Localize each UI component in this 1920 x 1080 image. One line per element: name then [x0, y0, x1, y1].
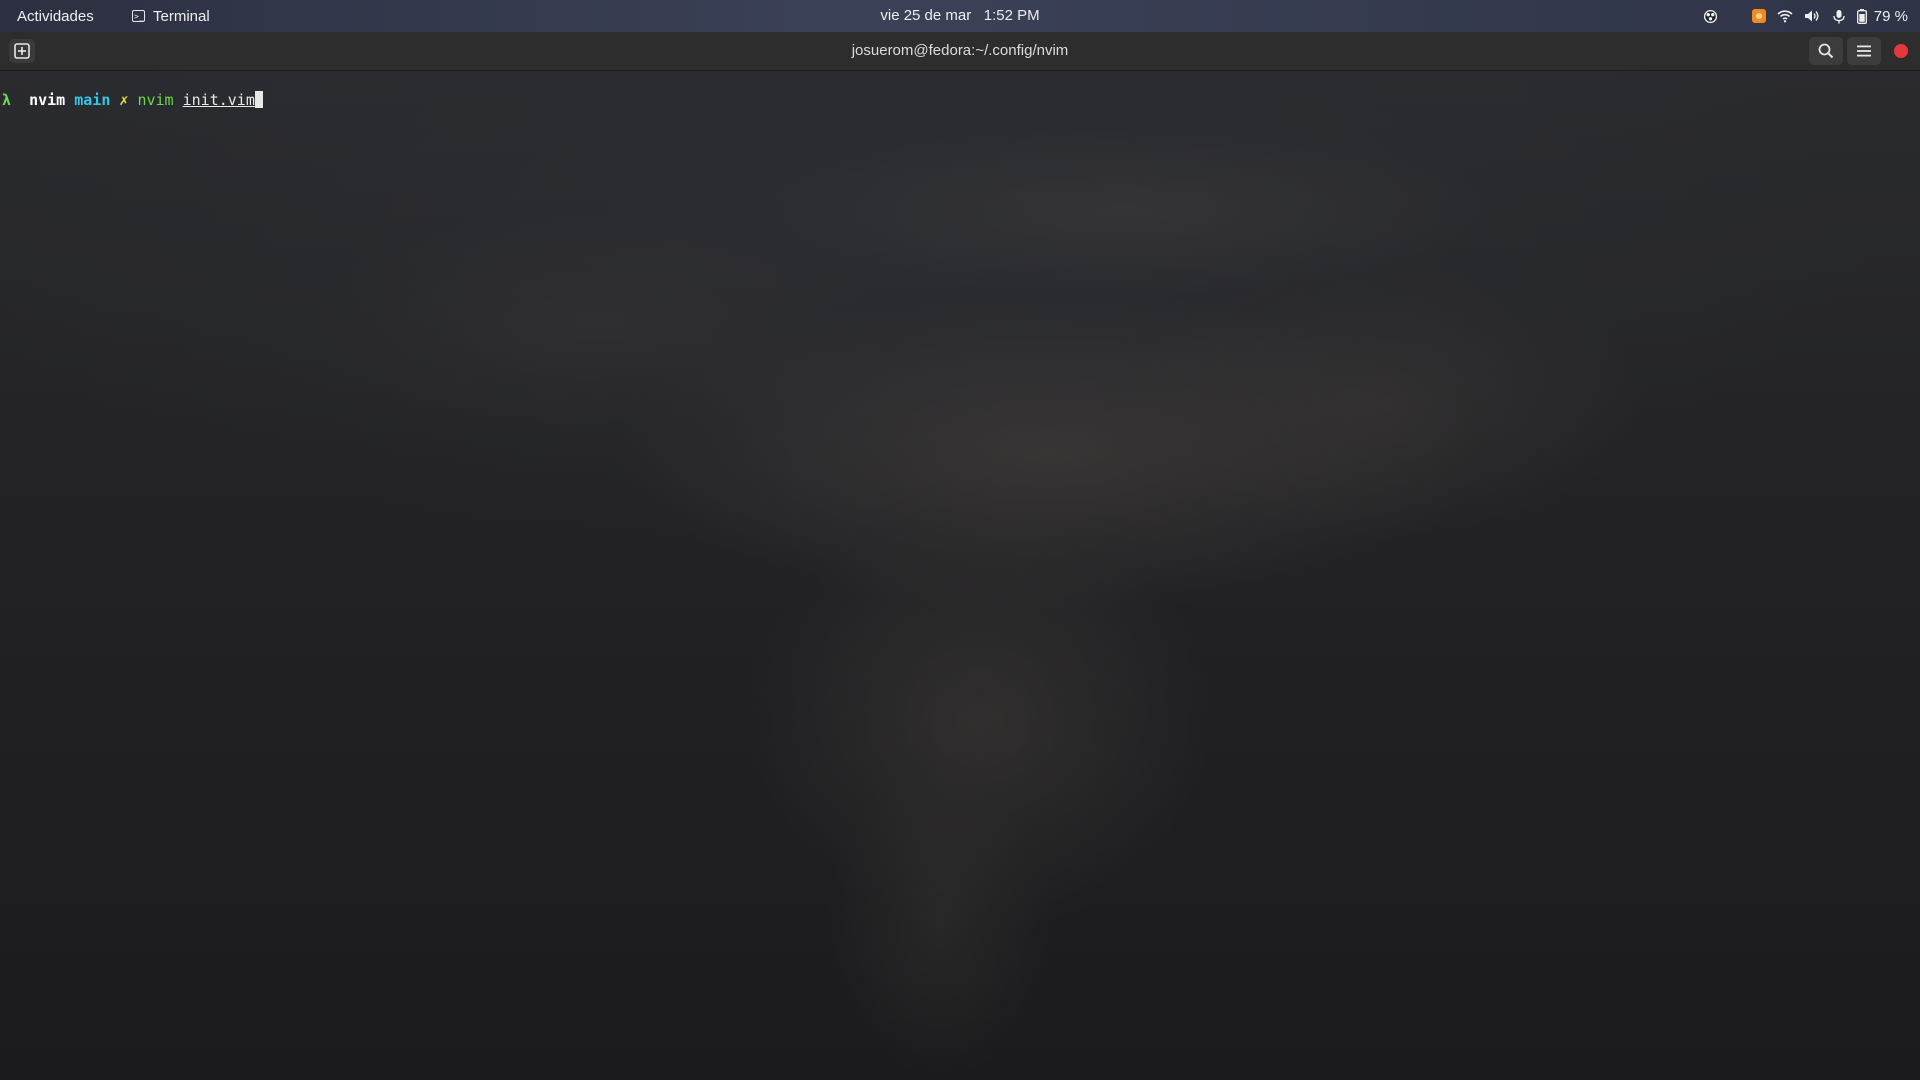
- close-button[interactable]: [1894, 44, 1908, 58]
- prompt-lambda: λ: [2, 91, 12, 109]
- header-bar[interactable]: josuerom@fedora:~/.config/nvim: [0, 32, 1920, 71]
- app-menu-label: Terminal: [153, 7, 210, 25]
- app-menu[interactable]: >_ Terminal: [132, 0, 210, 32]
- window-title: josuerom@fedora:~/.config/nvim: [851, 42, 1069, 59]
- wifi-icon[interactable]: [1772, 0, 1798, 32]
- obs-icon[interactable]: [1700, 0, 1722, 32]
- terminal-body[interactable]: λ nvim main ✗ nvim init.vim: [0, 71, 1920, 1080]
- search-icon: [1818, 43, 1834, 59]
- new-tab-icon: [14, 43, 30, 59]
- time-label: 1:52 PM: [983, 7, 1040, 24]
- update-notifier-icon[interactable]: [1746, 0, 1772, 32]
- battery-percentage: 79 %: [1873, 7, 1908, 25]
- prompt-directory: nvim: [29, 91, 66, 109]
- system-tray[interactable]: 79 %: [1700, 0, 1908, 32]
- prompt-git-branch: main: [74, 91, 111, 109]
- microphone-icon[interactable]: [1826, 0, 1852, 32]
- new-tab-button[interactable]: [9, 39, 35, 63]
- date-label: vie 25 de mar: [880, 7, 972, 24]
- typed-command: nvim: [137, 91, 174, 109]
- terminal-window: josuerom@fedora:~/.config/nvim λ nvim ma…: [0, 32, 1920, 1080]
- date-time-button[interactable]: vie 25 de mar 1:52 PM: [880, 7, 1039, 24]
- prompt-line: λ nvim main ✗ nvim init.vim: [2, 91, 263, 109]
- search-button[interactable]: [1809, 37, 1843, 65]
- activities-button[interactable]: Actividades: [17, 8, 94, 25]
- volume-icon[interactable]: [1798, 0, 1826, 32]
- menu-button[interactable]: [1847, 37, 1881, 65]
- top-bar: Actividades >_ Terminal vie 25 de mar 1:…: [0, 0, 1920, 32]
- battery-icon[interactable]: [1852, 0, 1872, 32]
- hamburger-menu-icon: [1857, 45, 1871, 57]
- typed-argument: init.vim: [182, 91, 255, 109]
- prompt-dirty-mark: ✗: [119, 91, 129, 109]
- terminal-icon: >_: [132, 10, 145, 22]
- text-cursor: [254, 91, 263, 108]
